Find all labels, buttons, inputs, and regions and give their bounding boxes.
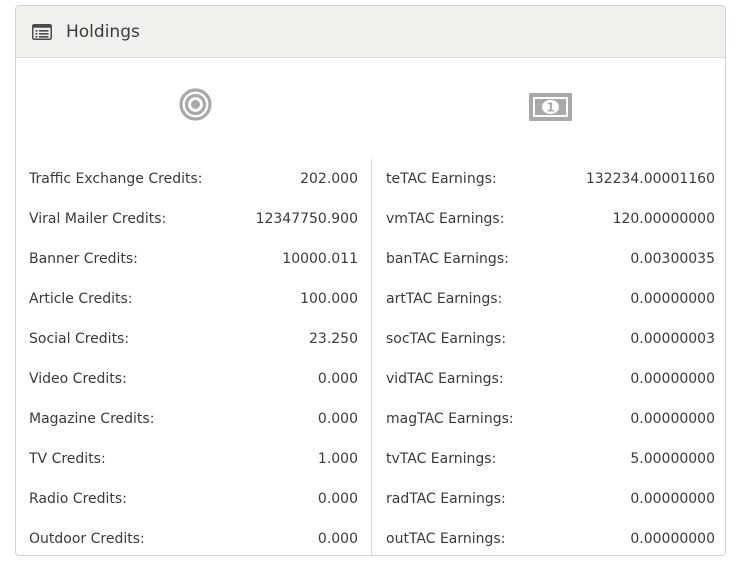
credits-row: Viral Mailer Credits: 12347750.900 xyxy=(16,199,371,239)
earnings-value: 0.00000003 xyxy=(630,331,715,347)
earnings-value: 5.00000000 xyxy=(630,451,715,467)
credits-value: 100.000 xyxy=(300,291,358,307)
holdings-panel: Holdings Traffic Exchange Credits: 202.00… xyxy=(15,5,726,556)
credits-row: Video Credits: 0.000 xyxy=(16,359,371,399)
earnings-value: 0.00300035 xyxy=(630,251,715,267)
earnings-label: banTAC Earnings: xyxy=(386,251,509,267)
credits-value: 12347750.900 xyxy=(255,211,358,227)
earnings-row: radTAC Earnings: 0.00000000 xyxy=(372,479,725,519)
earnings-label: outTAC Earnings: xyxy=(386,531,506,547)
earnings-value: 0.00000000 xyxy=(630,371,715,387)
credits-row: Social Credits: 23.250 xyxy=(16,319,371,359)
credits-list: Traffic Exchange Credits: 202.000 Viral Ma… xyxy=(16,159,371,555)
earnings-label: socTAC Earnings: xyxy=(386,331,507,347)
earnings-label: radTAC Earnings: xyxy=(386,491,506,507)
credits-label: Video Credits: xyxy=(29,371,127,387)
earnings-label: tvTAC Earnings: xyxy=(386,451,497,467)
credits-label: Outdoor Credits: xyxy=(29,531,145,547)
credits-value: 0.000 xyxy=(317,531,358,547)
earnings-label: artTAC Earnings: xyxy=(386,291,503,307)
earnings-list: teTAC Earnings: 132234.00001160 vmTAC Earn… xyxy=(372,159,725,555)
earnings-value: 0.00000000 xyxy=(630,531,715,547)
credits-value: 0.000 xyxy=(317,411,358,427)
credits-label: TV Credits: xyxy=(29,451,106,467)
credits-value: 0.000 xyxy=(317,491,358,507)
earnings-value: 0.00000000 xyxy=(630,491,715,507)
credits-value: 0.000 xyxy=(317,371,358,387)
money-bill-icon: 1 xyxy=(529,93,572,121)
credits-label: Social Credits: xyxy=(29,331,130,347)
credits-label: Magazine Credits: xyxy=(29,411,155,427)
earnings-row: outTAC Earnings: 0.00000000 xyxy=(372,519,725,555)
credits-row: TV Credits: 1.000 xyxy=(16,439,371,479)
earnings-value: 132234.00001160 xyxy=(585,171,715,187)
earnings-value: 0.00000000 xyxy=(630,291,715,307)
panel-title: Holdings xyxy=(66,21,140,42)
credits-value: 23.250 xyxy=(309,331,358,347)
earnings-row: socTAC Earnings: 0.00000003 xyxy=(372,319,725,359)
earnings-row: banTAC Earnings: 0.00300035 xyxy=(372,239,725,279)
credits-label: Traffic Exchange Credits: xyxy=(29,171,203,187)
earnings-column: 1 teTAC Earnings: 132234.00001160 vmTAC Ea… xyxy=(372,58,725,555)
list-icon xyxy=(32,23,52,40)
earnings-label: vmTAC Earnings: xyxy=(386,211,505,227)
earnings-label: teTAC Earnings: xyxy=(386,171,497,187)
earnings-row: tvTAC Earnings: 5.00000000 xyxy=(372,439,725,479)
holdings-columns: Traffic Exchange Credits: 202.000 Viral Ma… xyxy=(16,58,725,555)
credits-label: Radio Credits: xyxy=(29,491,127,507)
credits-label: Viral Mailer Credits: xyxy=(29,211,167,227)
credits-column: Traffic Exchange Credits: 202.000 Viral Ma… xyxy=(16,58,371,555)
credits-row: Traffic Exchange Credits: 202.000 xyxy=(16,159,371,199)
credits-label: Article Credits: xyxy=(29,291,133,307)
credits-label: Banner Credits: xyxy=(29,251,138,267)
credits-row: Article Credits: 100.000 xyxy=(16,279,371,319)
earnings-label: vidTAC Earnings: xyxy=(386,371,504,387)
earnings-row: vmTAC Earnings: 120.00000000 xyxy=(372,199,725,239)
credits-row: Magazine Credits: 0.000 xyxy=(16,399,371,439)
credits-row: Radio Credits: 0.000 xyxy=(16,479,371,519)
earnings-row: vidTAC Earnings: 0.00000000 xyxy=(372,359,725,399)
credits-value: 202.000 xyxy=(300,171,358,187)
credits-value: 1.000 xyxy=(317,451,358,467)
credits-row: Banner Credits: 10000.011 xyxy=(16,239,371,279)
panel-header: Holdings xyxy=(16,6,725,58)
credits-row: Outdoor Credits: 0.000 xyxy=(16,519,371,555)
credits-value: 10000.011 xyxy=(282,251,358,267)
earnings-value: 120.00000000 xyxy=(612,211,715,227)
earnings-row: artTAC Earnings: 0.00000000 xyxy=(372,279,725,319)
earnings-label: magTAC Earnings: xyxy=(386,411,514,427)
target-icon xyxy=(179,88,212,121)
earnings-row: magTAC Earnings: 0.00000000 xyxy=(372,399,725,439)
earnings-row: teTAC Earnings: 132234.00001160 xyxy=(372,159,725,199)
earnings-value: 0.00000000 xyxy=(630,411,715,427)
svg-text:1: 1 xyxy=(546,101,554,115)
